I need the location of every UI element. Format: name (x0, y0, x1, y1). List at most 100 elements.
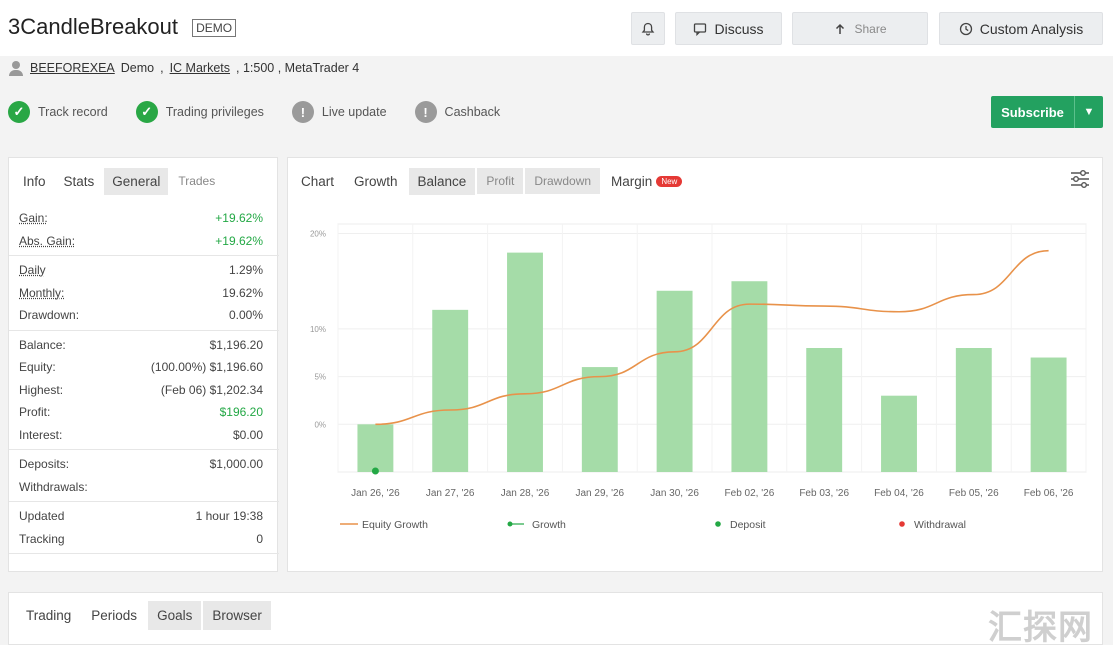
tab-browser[interactable]: Browser (203, 601, 271, 630)
tab-info[interactable]: Info (15, 168, 54, 195)
growth-bar (731, 281, 767, 472)
stats-row: Daily 1.29% (9, 259, 279, 282)
chat-icon (693, 22, 707, 36)
stats-group: Daily 1.29% Monthly: 19.62% Drawdown: 0.00% (9, 256, 279, 331)
exclamation-icon: ! (415, 101, 437, 123)
account-type: Demo (121, 61, 154, 75)
broker-link[interactable]: IC Markets (170, 61, 230, 75)
tab-trades[interactable]: Trades (170, 168, 223, 194)
growth-chart: 0%5%10%20%Jan 26, '26 Jan 27, '26 Jan 28, … (288, 204, 1102, 564)
stats-value: 1.29% (229, 263, 263, 277)
stats-group: Gain: +19.62% Abs. Gain: +19.62% (9, 204, 279, 256)
growth-bar (507, 253, 543, 472)
chevron-down-icon[interactable]: ▼ (1075, 106, 1103, 118)
stats-value: $1,000.00 (210, 457, 263, 471)
stats-group: Updated 1 hour 19:38 Tracking 0 (9, 502, 279, 554)
stats-row: Updated 1 hour 19:38 (9, 505, 279, 528)
stats-list: Gain: +19.62% Abs. Gain: +19.62% Daily 1.29% M… (9, 204, 279, 554)
bottom-panel: Trading Periods Goals Browser (8, 592, 1103, 645)
page-header: 3CandleBreakout DEMO Discuss Share Custo… (0, 0, 1113, 56)
tab-stats[interactable]: Stats (56, 168, 103, 195)
growth-bar (1031, 358, 1067, 472)
tab-profit[interactable]: Profit (477, 168, 523, 194)
stats-tabs: Info Stats General Trades (9, 158, 225, 204)
tab-balance[interactable]: Balance (409, 168, 476, 195)
badge-trading-privileges: ✓ Trading privileges (136, 101, 264, 123)
tab-margin[interactable]: Margin New (602, 168, 691, 195)
badge-label: Live update (322, 105, 387, 119)
demo-badge: DEMO (192, 19, 236, 37)
stats-value: $1,196.20 (210, 338, 263, 352)
tab-general[interactable]: General (104, 168, 168, 195)
stats-group: Balance: $1,196.20 Equity: (100.00%) $1,196… (9, 331, 279, 451)
stats-row: Abs. Gain: +19.62% (9, 230, 279, 253)
legend-label: Withdrawal (914, 519, 966, 531)
bell-icon (641, 22, 655, 36)
stats-key: Deposits: (19, 457, 69, 471)
badge-label: Cashback (445, 105, 501, 119)
account-sep: , (160, 61, 163, 75)
stats-row: Deposits: $1,000.00 (9, 453, 279, 476)
badge-label: Trading privileges (166, 105, 264, 119)
stats-row: Interest: $0.00 (9, 424, 279, 447)
stats-row: Balance: $1,196.20 (9, 334, 279, 357)
stats-row: Tracking 0 (9, 528, 279, 551)
stats-value: 0 (256, 532, 263, 546)
tab-trading[interactable]: Trading (17, 601, 80, 630)
stats-value: 0.00% (229, 308, 263, 322)
check-icon: ✓ (136, 101, 158, 123)
legend-dot-swatch (899, 521, 905, 527)
share-button[interactable]: Share (792, 12, 928, 45)
x-tick-label: Jan 26, '26 (351, 488, 400, 499)
legend-dot-swatch (715, 521, 721, 527)
clock-icon (959, 22, 973, 36)
badge-cashback: ! Cashback (415, 101, 501, 123)
stats-value: +19.62% (215, 211, 263, 225)
tab-chart[interactable]: Chart (292, 168, 343, 195)
legend-label: Equity Growth (362, 519, 428, 531)
stats-key: Updated (19, 509, 64, 523)
x-tick-label: Jan 27, '26 (426, 488, 475, 499)
chart-panel: Chart Growth Balance Profit Drawdown Mar… (287, 157, 1103, 572)
growth-bar (956, 348, 992, 472)
stats-key: Tracking (19, 532, 65, 546)
subscribe-button[interactable]: Subscribe ▼ (991, 96, 1103, 128)
stats-key: Balance: (19, 338, 66, 352)
discuss-label: Discuss (714, 21, 763, 37)
legend-label: Growth (532, 519, 566, 531)
y-tick-label: 20% (310, 230, 326, 239)
stats-row: Gain: +19.62% (9, 207, 279, 230)
badge-live-update: ! Live update (292, 101, 387, 123)
chart-tabs: Chart Growth Balance Profit Drawdown Mar… (292, 158, 693, 204)
status-badges: ✓ Track record ✓ Trading privileges ! Li… (8, 100, 528, 124)
discuss-button[interactable]: Discuss (675, 12, 782, 45)
stats-panel: Info Stats General Trades Gain: +19.62% Ab… (8, 157, 278, 572)
stats-row: Highest: (Feb 06) $1,202.34 (9, 379, 279, 402)
stats-row: Profit: $196.20 (9, 401, 279, 424)
stats-key: Interest: (19, 428, 62, 442)
x-tick-label: Jan 30, '26 (650, 488, 699, 499)
bottom-tabs: Trading Periods Goals Browser (17, 599, 273, 631)
tab-growth[interactable]: Growth (345, 168, 407, 195)
notify-button[interactable] (631, 12, 665, 45)
tab-periods[interactable]: Periods (82, 601, 146, 630)
tab-goals[interactable]: Goals (148, 601, 201, 630)
tab-drawdown[interactable]: Drawdown (525, 168, 600, 194)
y-tick-label: 0% (314, 420, 326, 429)
growth-bar (806, 348, 842, 472)
x-tick-label: Jan 28, '26 (501, 488, 550, 499)
custom-analysis-label: Custom Analysis (980, 21, 1083, 37)
stats-value: 19.62% (222, 286, 263, 300)
growth-bar (357, 424, 393, 472)
subscribe-label: Subscribe (991, 105, 1074, 120)
growth-bar (657, 291, 693, 472)
custom-analysis-button[interactable]: Custom Analysis (939, 12, 1103, 45)
x-tick-label: Jan 29, '26 (575, 488, 624, 499)
stats-row: Drawdown: 0.00% (9, 304, 279, 327)
stats-value: +19.62% (215, 234, 263, 248)
stats-key: Gain: (19, 211, 48, 225)
owner-link[interactable]: BEEFOREXEA (30, 61, 115, 75)
stats-key: Monthly: (19, 286, 64, 300)
stats-value: (100.00%) $1,196.60 (151, 360, 263, 374)
sliders-icon[interactable] (1068, 168, 1092, 190)
